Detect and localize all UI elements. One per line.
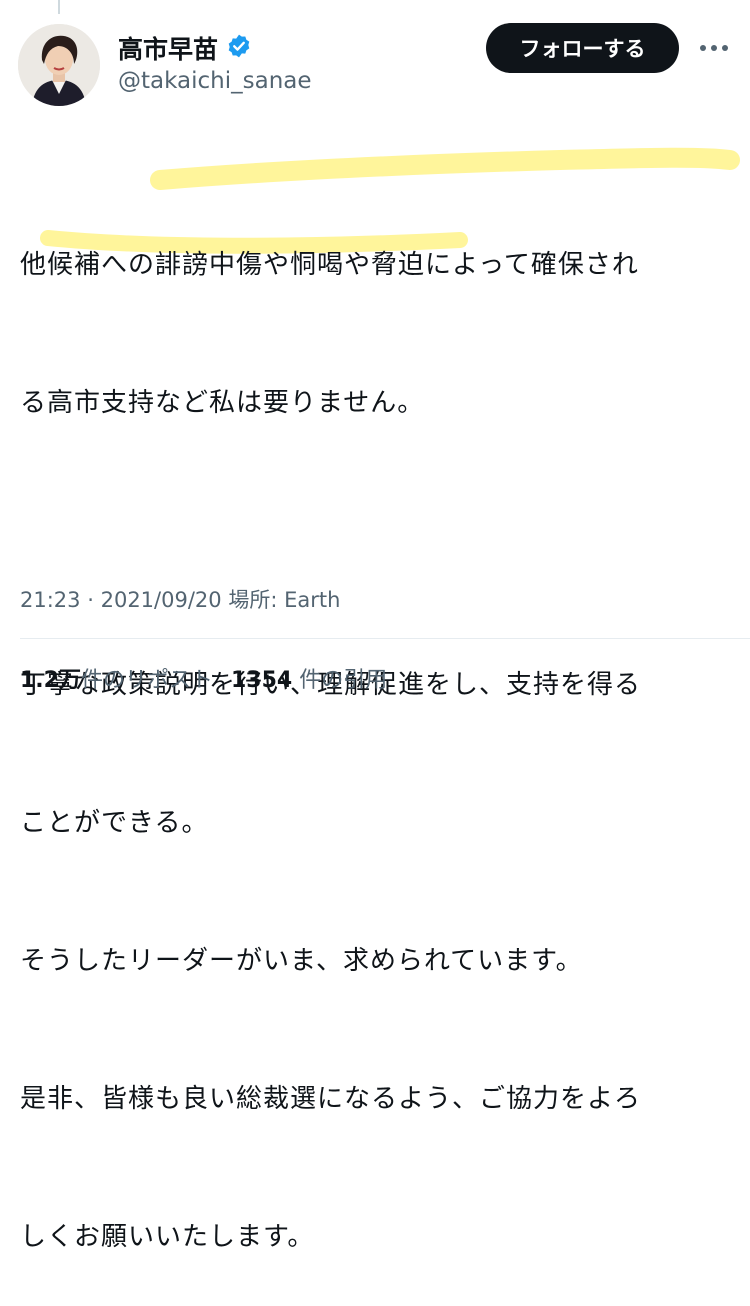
reposts-label: 件のリポスト — [80, 668, 213, 693]
tweet-line: る高市支持など私は要りません。 — [20, 388, 425, 418]
tweet-stats: 1.2万件のリポスト 1354 件の引用 — [20, 662, 387, 694]
quotes-label: 件の引用 — [299, 668, 388, 693]
more-icon[interactable] — [694, 38, 734, 58]
tweet-text: 他候補への誹謗中傷や恫喝や脅迫によって確保され る高市支持など私は要りません。 … — [20, 150, 735, 1306]
thread-connector — [58, 0, 60, 14]
avatar[interactable] — [18, 24, 100, 106]
meta-separator: · — [87, 588, 94, 612]
tweet-line — [20, 518, 735, 564]
tweet-line: そうしたリーダーがいま、求められています。 — [20, 946, 583, 976]
follow-button[interactable]: フォローする — [486, 23, 679, 73]
reposts-stat[interactable]: 1.2万件のリポスト — [20, 662, 213, 694]
tweet-date[interactable]: 2021/09/20 — [101, 588, 222, 612]
handle[interactable]: @takaichi_sanae — [118, 68, 312, 94]
quotes-stat[interactable]: 1354 件の引用 — [231, 662, 387, 694]
tweet-location: 場所: Earth — [228, 588, 341, 612]
tweet-line: 是非、皆様も良い総裁選になるよう、ご協力をよろ — [20, 1084, 642, 1114]
tweet-meta: 21:23 · 2021/09/20 場所: Earth — [20, 584, 340, 614]
tweet-time[interactable]: 21:23 — [20, 588, 81, 612]
quotes-count: 1354 — [231, 668, 293, 693]
tweet-line: ことができる。 — [20, 808, 209, 838]
verified-badge-icon — [226, 33, 252, 63]
display-name[interactable]: 高市早苗 — [118, 30, 218, 66]
divider — [20, 638, 750, 639]
tweet-line: しくお願いいたします。 — [20, 1222, 315, 1252]
reposts-count: 1.2万 — [20, 668, 81, 693]
tweet-line: 他候補への誹謗中傷や恫喝や脅迫によって確保され — [20, 250, 639, 280]
